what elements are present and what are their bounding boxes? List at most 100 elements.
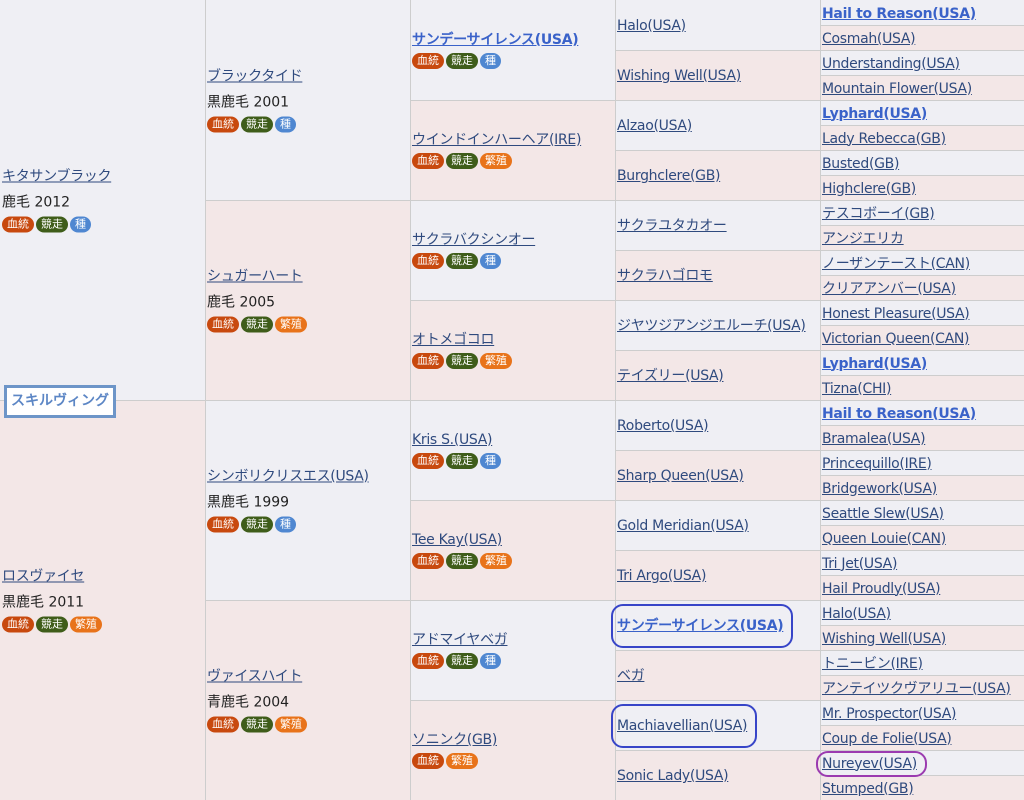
horse-name-link[interactable]: Lady Rebecca(GB) [822,130,946,148]
horse-name-link[interactable]: Tri Jet(USA) [822,555,897,573]
horse-name-link[interactable]: Tri Argo(USA) [617,567,706,585]
badge-kettou[interactable]: 血統 [412,253,444,269]
horse-name-link[interactable]: Bridgework(USA) [822,480,937,498]
badge-kyoso[interactable]: 競走 [241,716,273,733]
horse-name-link[interactable]: Mountain Flower(USA) [822,80,972,98]
badge-shu[interactable]: 種 [480,453,501,469]
badge-kyoso[interactable]: 競走 [446,553,478,569]
horse-name-link[interactable]: Tizna(CHI) [822,380,891,398]
horse-name-link[interactable]: シュガーハート [207,268,303,286]
horse-name-link[interactable]: Sharp Queen(USA) [617,467,744,485]
horse-name-link[interactable]: Wishing Well(USA) [617,67,741,85]
badge-hanshoku[interactable]: 繁殖 [70,616,102,633]
horse-name-link[interactable]: トニービン(IRE) [822,655,923,673]
horse-name-link[interactable]: Wishing Well(USA) [822,630,946,648]
horse-name-link[interactable]: Stumped(GB) [822,780,914,798]
horse-name-link[interactable]: Hail to Reason(USA) [822,405,976,423]
badge-kettou[interactable]: 血統 [412,453,444,469]
horse-name-link[interactable]: Queen Louie(CAN) [822,530,946,548]
horse-name-link[interactable]: ソニンク(GB) [412,731,497,749]
horse-name-link[interactable]: サクラユタカオー [617,217,727,235]
horse-name-link[interactable]: アドマイヤベガ [412,631,508,649]
horse-name-link[interactable]: アンジエリカ [822,230,904,248]
badge-kyoso[interactable]: 競走 [36,216,68,233]
horse-name-link[interactable]: キタサンブラック [2,168,111,186]
badge-kettou[interactable]: 血統 [207,516,239,533]
horse-name-link[interactable]: ブラックタイド [207,68,303,86]
badge-shu[interactable]: 種 [275,516,296,533]
badge-shu[interactable]: 種 [480,253,501,269]
badge-hanshoku[interactable]: 繁殖 [275,316,307,333]
horse-name-link[interactable]: Lyphard(USA) [822,355,927,373]
badge-shu[interactable]: 種 [70,216,91,233]
horse-name-link[interactable]: Hail Proudly(USA) [822,580,941,598]
horse-name-link[interactable]: サクラバクシンオー [412,231,535,249]
horse-name-link[interactable]: Sonic Lady(USA) [617,767,729,785]
horse-name-link[interactable]: Cosmah(USA) [822,30,916,48]
badge-kyoso[interactable]: 競走 [241,316,273,333]
horse-name-link[interactable]: Hail to Reason(USA) [822,5,976,23]
horse-name-link[interactable]: テスコボーイ(GB) [822,205,935,223]
horse-name-link[interactable]: ジヤツジアンジエルーチ(USA) [617,317,806,335]
horse-name-link[interactable]: Alzao(USA) [617,117,692,135]
badge-hanshoku[interactable]: 繁殖 [275,716,307,733]
badge-hanshoku[interactable]: 繁殖 [480,553,512,569]
horse-name-link[interactable]: Burghclere(GB) [617,167,720,185]
horse-name-link[interactable]: Understanding(USA) [822,55,960,73]
horse-name-link[interactable]: Princequillo(IRE) [822,455,932,473]
badge-kyoso[interactable]: 競走 [446,653,478,669]
badge-kettou[interactable]: 血統 [207,116,239,133]
badge-kyoso[interactable]: 競走 [446,253,478,269]
horse-name-link[interactable]: Highclere(GB) [822,180,916,198]
horse-name-link[interactable]: Honest Pleasure(USA) [822,305,970,323]
horse-name-link[interactable]: Halo(USA) [617,17,686,35]
badge-kettou[interactable]: 血統 [207,316,239,333]
badge-hanshoku[interactable]: 繁殖 [480,153,512,169]
horse-name-link[interactable]: Mr. Prospector(USA) [822,705,956,723]
horse-name-link[interactable]: テイズリー(USA) [617,367,724,385]
horse-name-link[interactable]: Halo(USA) [822,605,891,623]
badge-kettou[interactable]: 血統 [412,753,444,769]
badge-kyoso[interactable]: 競走 [446,453,478,469]
horse-name-link[interactable]: オトメゴコロ [412,331,495,349]
horse-name-link[interactable]: シンボリクリスエス(USA) [207,468,369,486]
badge-kyoso[interactable]: 競走 [241,116,273,133]
horse-name-link[interactable]: クリアアンバー(USA) [822,280,956,298]
horse-name-link[interactable]: ウインドインハーヘア(IRE) [412,131,581,149]
badge-kettou[interactable]: 血統 [412,53,444,69]
badge-kyoso[interactable]: 競走 [36,616,68,633]
horse-name-link[interactable]: Bramalea(USA) [822,430,926,448]
badge-kettou[interactable]: 血統 [412,353,444,369]
badge-kyoso[interactable]: 競走 [241,516,273,533]
horse-name-link[interactable]: Tee Kay(USA) [412,531,502,549]
badge-kettou[interactable]: 血統 [207,716,239,733]
horse-name-link[interactable]: サンデーサイレンス(USA) [412,31,579,49]
badge-kettou[interactable]: 血統 [412,653,444,669]
horse-name-link[interactable]: Roberto(USA) [617,417,709,435]
badge-kyoso[interactable]: 競走 [446,353,478,369]
horse-name-link[interactable]: ロスヴァイセ [2,568,85,586]
badge-kettou[interactable]: 血統 [412,153,444,169]
horse-name-link[interactable]: ベガ [617,667,645,685]
badge-kettou[interactable]: 血統 [2,616,34,633]
badge-hanshoku[interactable]: 繁殖 [480,353,512,369]
badge-kyoso[interactable]: 競走 [446,153,478,169]
badge-shu[interactable]: 種 [480,53,501,69]
horse-name-link[interactable]: サクラハゴロモ [617,267,713,285]
horse-name-link[interactable]: Coup de Folie(USA) [822,730,952,748]
badge-kettou[interactable]: 血統 [412,553,444,569]
horse-name-link[interactable]: アンテイツクヴアリユー(USA) [822,680,1011,698]
horse-name-link[interactable]: ヴァイスハイト [207,668,303,686]
badge-kyoso[interactable]: 競走 [446,53,478,69]
badge-hanshoku[interactable]: 繁殖 [446,753,478,769]
badge-shu[interactable]: 種 [275,116,296,133]
horse-name-link[interactable]: Victorian Queen(CAN) [822,330,970,348]
horse-name-link[interactable]: Busted(GB) [822,155,899,173]
horse-name-link[interactable]: Kris S.(USA) [412,431,493,449]
horse-name-link[interactable]: Lyphard(USA) [822,105,927,123]
horse-name-link[interactable]: Seattle Slew(USA) [822,505,944,523]
badge-shu[interactable]: 種 [480,653,501,669]
horse-name-link[interactable]: ノーザンテースト(CAN) [822,255,970,273]
horse-name-link[interactable]: Gold Meridian(USA) [617,517,749,535]
badge-kettou[interactable]: 血統 [2,216,34,233]
